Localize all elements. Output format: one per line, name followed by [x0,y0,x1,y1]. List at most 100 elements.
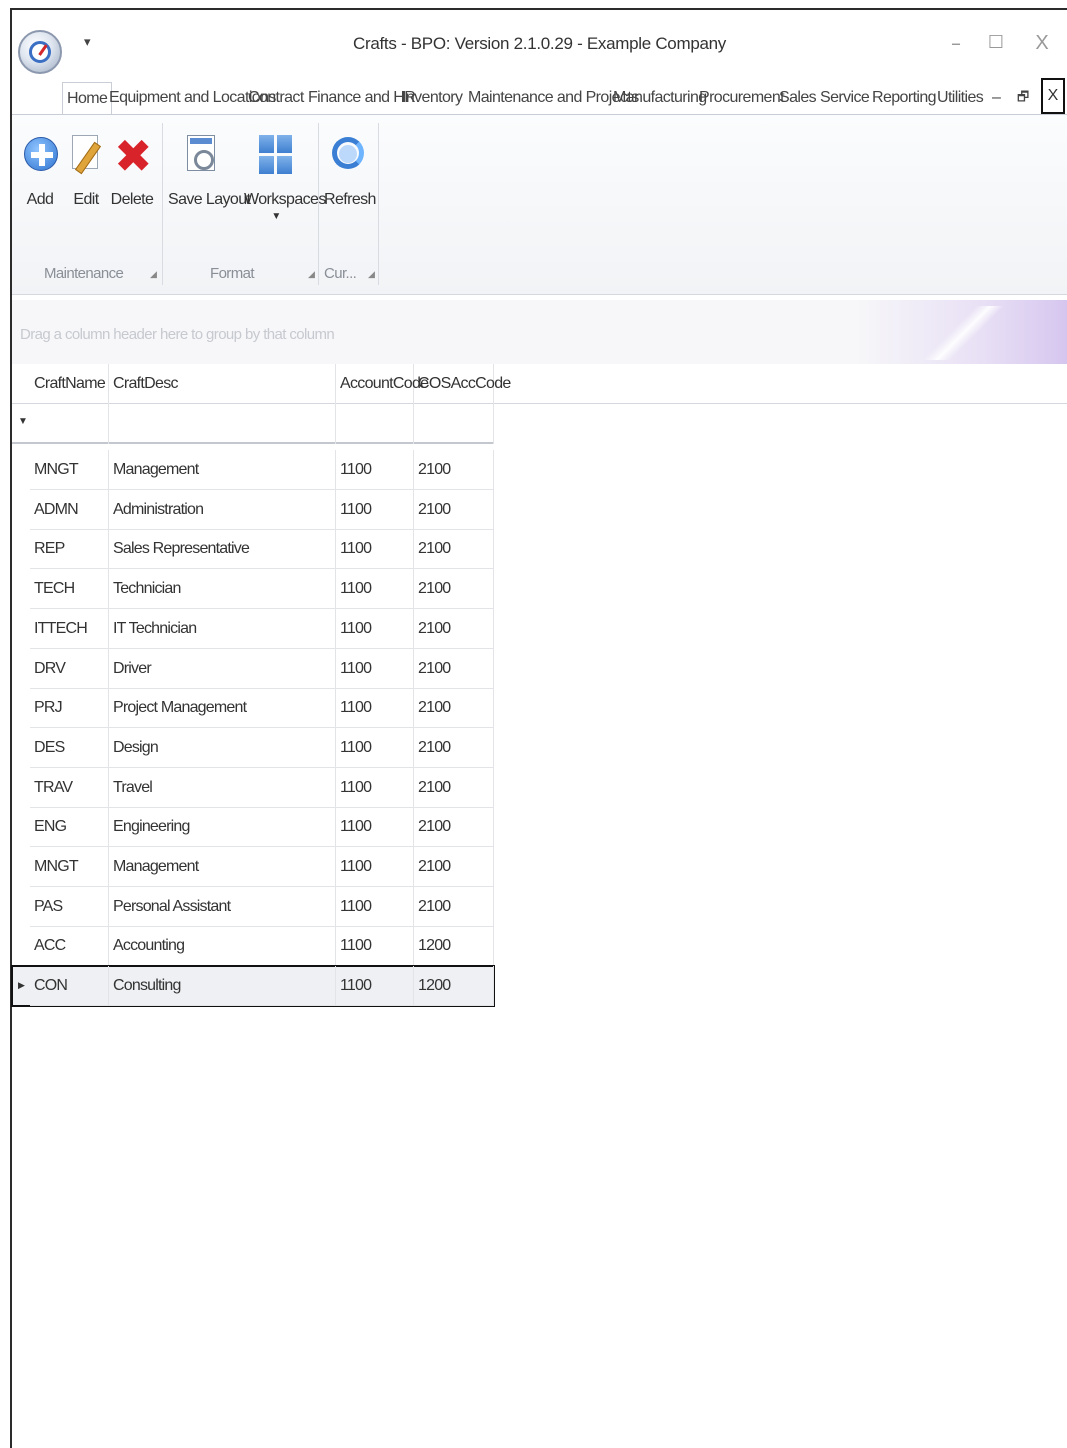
cell-cosacccode[interactable]: 1200 [414,926,494,967]
table-row[interactable]: REP Sales Representative 1100 2100 [12,529,494,570]
filter-cell-craftname[interactable] [30,404,109,444]
table-row[interactable]: MNGT Management 1100 2100 [12,847,494,887]
maximize-button[interactable]: ☐ [981,28,1011,58]
tab-sales[interactable]: Sales [779,82,817,116]
dialog-launcher-icon[interactable]: ◢ [150,269,157,280]
tab-utilities[interactable]: Utilities [937,82,984,116]
cell-cosacccode[interactable]: 2100 [414,648,494,689]
dialog-launcher-icon[interactable]: ◢ [368,269,375,280]
table-row[interactable]: ▶ CON Consulting 1100 1200 [11,965,495,1008]
cell-craftdesc[interactable]: Personal Assistant [109,886,336,927]
delete-button[interactable]: ✖ Delete [110,133,154,209]
cell-accountcode[interactable]: 1100 [336,886,414,927]
cell-accountcode[interactable]: 1100 [336,767,414,808]
table-row[interactable]: PAS Personal Assistant 1100 2100 [12,886,494,927]
cell-accountcode[interactable]: 1100 [336,847,414,887]
table-row[interactable]: TECH Technician 1100 2100 [12,569,494,610]
cell-craftname[interactable]: MNGT [30,450,109,490]
table-row[interactable]: DES Design 1100 2100 [12,727,494,768]
mdi-restore-icon[interactable]: 🗗 [1017,82,1029,116]
cell-cosacccode[interactable]: 2100 [414,688,494,729]
filter-cell-accountcode[interactable] [336,404,414,444]
cell-cosacccode[interactable]: 2100 [414,489,494,530]
tab-finance-and-hr[interactable]: Finance and HR [308,82,416,116]
cell-accountcode[interactable]: 1100 [336,489,414,530]
table-row[interactable]: TRAV Travel 1100 2100 [12,767,494,808]
mdi-close-button[interactable]: X [1041,78,1065,114]
cell-cosacccode[interactable]: 2100 [414,767,494,808]
table-row[interactable]: MNGT Management 1100 2100 [12,450,494,490]
cell-craftname[interactable]: TECH [30,569,109,610]
cell-cosacccode[interactable]: 2100 [414,450,494,490]
cell-accountcode[interactable]: 1100 [336,727,414,768]
cell-accountcode[interactable]: 1100 [336,688,414,729]
tab-service[interactable]: Service [820,82,870,116]
tab-procurement[interactable]: Procurement [699,82,785,116]
cell-craftdesc[interactable]: Management [109,450,336,490]
cell-craftdesc[interactable]: Technician [109,569,336,610]
workspaces-button[interactable]: Workspaces ▼ [244,133,326,222]
table-row[interactable]: PRJ Project Management 1100 2100 [12,688,494,729]
minimize-button[interactable]: – [941,28,971,58]
filter-cell-cosacccode[interactable] [414,404,494,444]
cell-accountcode[interactable]: 1100 [336,608,414,649]
cell-accountcode[interactable]: 1100 [336,569,414,610]
cell-accountcode[interactable]: 1100 [336,450,414,490]
cell-accountcode[interactable]: 1100 [336,966,414,1007]
table-row[interactable]: ITTECH IT Technician 1100 2100 [12,608,494,649]
cell-accountcode[interactable]: 1100 [336,529,414,570]
cell-cosacccode[interactable]: 2100 [414,569,494,610]
cell-craftname[interactable]: CON [30,966,109,1007]
cell-cosacccode[interactable]: 2100 [414,807,494,848]
cell-accountcode[interactable]: 1100 [336,648,414,689]
cell-craftname[interactable]: ITTECH [30,608,109,649]
cell-craftdesc[interactable]: IT Technician [109,608,336,649]
cell-craftdesc[interactable]: Design [109,727,336,768]
cell-craftdesc[interactable]: Driver [109,648,336,689]
cell-craftdesc[interactable]: Travel [109,767,336,808]
add-button[interactable]: Add [20,133,60,209]
table-row[interactable]: ACC Accounting 1100 1200 [12,926,494,967]
cell-accountcode[interactable]: 1100 [336,807,414,848]
cell-cosacccode[interactable]: 2100 [414,727,494,768]
tab-inventory[interactable]: Inventory [402,82,463,116]
tab-reporting[interactable]: Reporting [872,82,937,116]
cell-craftname[interactable]: REP [30,529,109,570]
cell-craftname[interactable]: PRJ [30,688,109,729]
cell-cosacccode[interactable]: 1200 [414,966,494,1007]
cell-cosacccode[interactable]: 2100 [414,847,494,887]
save-layout-button[interactable]: Save Layout [168,133,251,209]
cell-craftdesc[interactable]: Consulting [109,966,336,1007]
column-header-cosacccode[interactable]: COSAccCode [414,364,511,404]
cell-craftname[interactable]: DES [30,727,109,768]
refresh-button[interactable]: Refresh [324,133,376,209]
table-row[interactable]: ADMN Administration 1100 2100 [12,489,494,530]
table-row[interactable]: DRV Driver 1100 2100 [12,648,494,689]
close-window-button[interactable]: X [1027,28,1057,58]
cell-craftname[interactable]: ADMN [30,489,109,530]
mdi-minimize-button[interactable]: – [992,82,1001,116]
column-header-accountcode[interactable]: AccountCode [336,364,429,404]
table-row[interactable]: ENG Engineering 1100 2100 [12,807,494,848]
tab-manufacturing[interactable]: Manufacturing [613,82,707,116]
filter-icon[interactable]: ▼ [18,416,28,427]
cell-craftdesc[interactable]: Accounting [109,926,336,967]
cell-craftdesc[interactable]: Sales Representative [109,529,336,570]
cell-craftdesc[interactable]: Engineering [109,807,336,848]
cell-craftname[interactable]: PAS [30,886,109,927]
cell-craftname[interactable]: TRAV [30,767,109,808]
column-header-craftname[interactable]: CraftName [30,364,109,404]
column-header-craftdesc[interactable]: CraftDesc [109,364,336,404]
cell-craftname[interactable]: DRV [30,648,109,689]
cell-craftname[interactable]: MNGT [30,847,109,887]
edit-button[interactable]: Edit [66,133,106,209]
cell-cosacccode[interactable]: 2100 [414,608,494,649]
cell-cosacccode[interactable]: 2100 [414,529,494,570]
cell-craftname[interactable]: ACC [30,926,109,967]
cell-craftname[interactable]: ENG [30,807,109,848]
filter-cell-craftdesc[interactable] [109,404,336,444]
tab-home[interactable]: Home [62,82,113,116]
tab-contract[interactable]: Contract [248,82,304,116]
cell-craftdesc[interactable]: Project Management [109,688,336,729]
dialog-launcher-icon[interactable]: ◢ [308,269,315,280]
